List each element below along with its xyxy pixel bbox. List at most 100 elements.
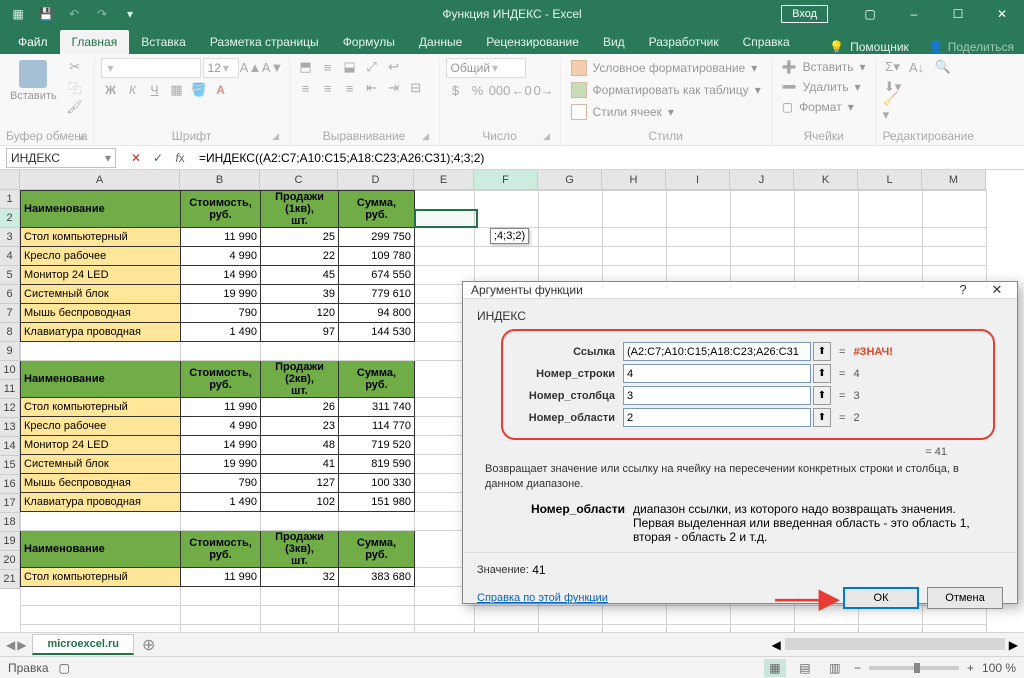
shrink-font-icon[interactable]: A▼ xyxy=(263,58,283,76)
dialog-help-icon[interactable]: ? xyxy=(951,282,975,298)
percent-icon[interactable]: % xyxy=(468,81,488,99)
border-icon[interactable]: ▦ xyxy=(167,81,187,99)
record-macro-icon[interactable]: ▢ xyxy=(59,661,70,675)
col-header[interactable]: M xyxy=(922,170,986,190)
indent-dec-icon[interactable]: ⇤ xyxy=(362,79,382,97)
align-top-icon[interactable]: ⬒ xyxy=(296,58,316,76)
comma-icon[interactable]: 000 xyxy=(490,81,510,99)
col-header[interactable]: B xyxy=(180,170,260,190)
col-header[interactable]: K xyxy=(794,170,858,190)
tab-home[interactable]: Главная xyxy=(60,30,130,54)
tab-data[interactable]: Данные xyxy=(407,30,474,54)
col-header[interactable]: L xyxy=(858,170,922,190)
sort-filter-icon[interactable]: A↓ xyxy=(907,58,927,76)
undo-icon[interactable]: ↶ xyxy=(62,3,86,25)
share-button[interactable]: 👤Поделиться xyxy=(919,40,1024,54)
row-header[interactable]: 13 xyxy=(0,418,20,437)
accept-formula-icon[interactable]: ✓ xyxy=(148,148,168,168)
minimize-icon[interactable]: – xyxy=(892,0,936,28)
format-table-button[interactable]: Форматировать как таблицу▾ xyxy=(567,80,765,100)
inc-decimal-icon[interactable]: ←0 xyxy=(512,81,532,99)
accounting-icon[interactable]: $ xyxy=(446,81,466,99)
name-box[interactable]: ИНДЕКС▾ xyxy=(6,148,116,168)
align-left-icon[interactable]: ≡ xyxy=(296,79,316,97)
row-header[interactable]: 5 xyxy=(0,266,20,285)
clear-icon[interactable]: 🧹▾ xyxy=(883,98,903,116)
align-middle-icon[interactable]: ≡ xyxy=(318,58,338,76)
tab-formulas[interactable]: Формулы xyxy=(331,30,407,54)
tab-insert[interactable]: Вставка xyxy=(129,30,198,54)
bold-icon[interactable]: Ж xyxy=(101,81,121,99)
col-header[interactable]: G xyxy=(538,170,602,190)
close-icon[interactable]: ✕ xyxy=(980,0,1024,28)
formula-input[interactable]: =ИНДЕКС((A2:C7;A10:C15;A18:C23;A26:C31);… xyxy=(194,148,1024,168)
sheet-nav-next-icon[interactable]: ▶ xyxy=(17,638,26,652)
zoom-slider[interactable] xyxy=(869,666,959,670)
indent-inc-icon[interactable]: ⇥ xyxy=(384,79,404,97)
dec-decimal-icon[interactable]: 0→ xyxy=(534,81,554,99)
arg-row-input[interactable] xyxy=(623,364,811,383)
col-header[interactable]: D xyxy=(338,170,414,190)
row-header[interactable]: 19 xyxy=(0,532,20,551)
font-launcher-icon[interactable]: ◢ xyxy=(269,131,283,145)
col-header[interactable]: J xyxy=(730,170,794,190)
row-header[interactable]: 11 xyxy=(0,380,20,399)
login-button[interactable]: Вход xyxy=(781,5,828,23)
ref-picker-icon[interactable]: ⬆ xyxy=(813,342,831,361)
row-header[interactable]: 18 xyxy=(0,513,20,532)
row-header[interactable]: 21 xyxy=(0,570,20,589)
maximize-icon[interactable]: ☐ xyxy=(936,0,980,28)
redo-icon[interactable]: ↷ xyxy=(90,3,114,25)
dialog-help-link[interactable]: Справка по этой функции xyxy=(477,592,608,604)
row-header[interactable]: 10 xyxy=(0,361,20,380)
col-header[interactable]: I xyxy=(666,170,730,190)
align-center-icon[interactable]: ≡ xyxy=(318,79,338,97)
format-painter-icon[interactable]: 🖌 xyxy=(65,98,85,116)
hscroll-right-icon[interactable]: ▶ xyxy=(1009,638,1018,652)
cut-icon[interactable]: ✂ xyxy=(65,58,85,76)
arg-area-input[interactable] xyxy=(623,408,811,427)
page-layout-icon[interactable]: ▤ xyxy=(794,659,816,677)
dialog-close-icon[interactable]: ✕ xyxy=(985,282,1009,298)
hscroll-left-icon[interactable]: ◀ xyxy=(772,638,781,652)
merge-icon[interactable]: ⊟ xyxy=(406,79,426,97)
row-header[interactable]: 17 xyxy=(0,494,20,513)
select-all-corner[interactable] xyxy=(0,170,20,190)
find-select-icon[interactable]: 🔍 xyxy=(933,58,953,76)
normal-view-icon[interactable]: ▦ xyxy=(764,659,786,677)
tab-developer[interactable]: Разработчик xyxy=(637,30,731,54)
row-header[interactable]: 1 xyxy=(0,190,20,209)
cond-format-button[interactable]: Условное форматирование▾ xyxy=(567,58,762,78)
cancel-formula-icon[interactable]: ✕ xyxy=(126,148,146,168)
cancel-button[interactable]: Отмена xyxy=(927,587,1003,609)
ref-picker-icon[interactable]: ⬆ xyxy=(813,408,831,427)
row-header[interactable]: 16 xyxy=(0,475,20,494)
row-header[interactable]: 6 xyxy=(0,285,20,304)
cell-styles-button[interactable]: Стили ячеек▾ xyxy=(567,102,678,122)
arg-col-input[interactable] xyxy=(623,386,811,405)
tab-view[interactable]: Вид xyxy=(591,30,637,54)
ok-button[interactable]: ОК xyxy=(843,587,919,609)
col-header[interactable]: F xyxy=(474,170,538,190)
page-break-icon[interactable]: ▥ xyxy=(824,659,846,677)
number-launcher-icon[interactable]: ◢ xyxy=(540,131,554,145)
align-right-icon[interactable]: ≡ xyxy=(340,79,360,97)
row-header[interactable]: 15 xyxy=(0,456,20,475)
delete-cells-button[interactable]: ➖Удалить▾ xyxy=(778,78,865,96)
tab-help[interactable]: Справка xyxy=(731,30,802,54)
row-header[interactable]: 12 xyxy=(0,399,20,418)
save-icon[interactable]: 💾 xyxy=(34,3,58,25)
row-header[interactable]: 8 xyxy=(0,323,20,342)
sheet-tab[interactable]: microexcel.ru xyxy=(32,634,134,655)
tab-file[interactable]: Файл xyxy=(6,30,60,54)
tab-layout[interactable]: Разметка страницы xyxy=(198,30,331,54)
row-header[interactable]: 9 xyxy=(0,342,20,361)
row-header[interactable]: 20 xyxy=(0,551,20,570)
fx-icon[interactable]: fx xyxy=(170,148,190,168)
orientation-icon[interactable]: ⤢ xyxy=(362,58,382,76)
paste-button[interactable]: Вставить xyxy=(6,58,61,104)
wrap-text-icon[interactable]: ↩ xyxy=(384,58,404,76)
clipboard-launcher-icon[interactable]: ◢ xyxy=(74,131,88,145)
row-header[interactable]: 4 xyxy=(0,247,20,266)
ref-picker-icon[interactable]: ⬆ xyxy=(813,364,831,383)
